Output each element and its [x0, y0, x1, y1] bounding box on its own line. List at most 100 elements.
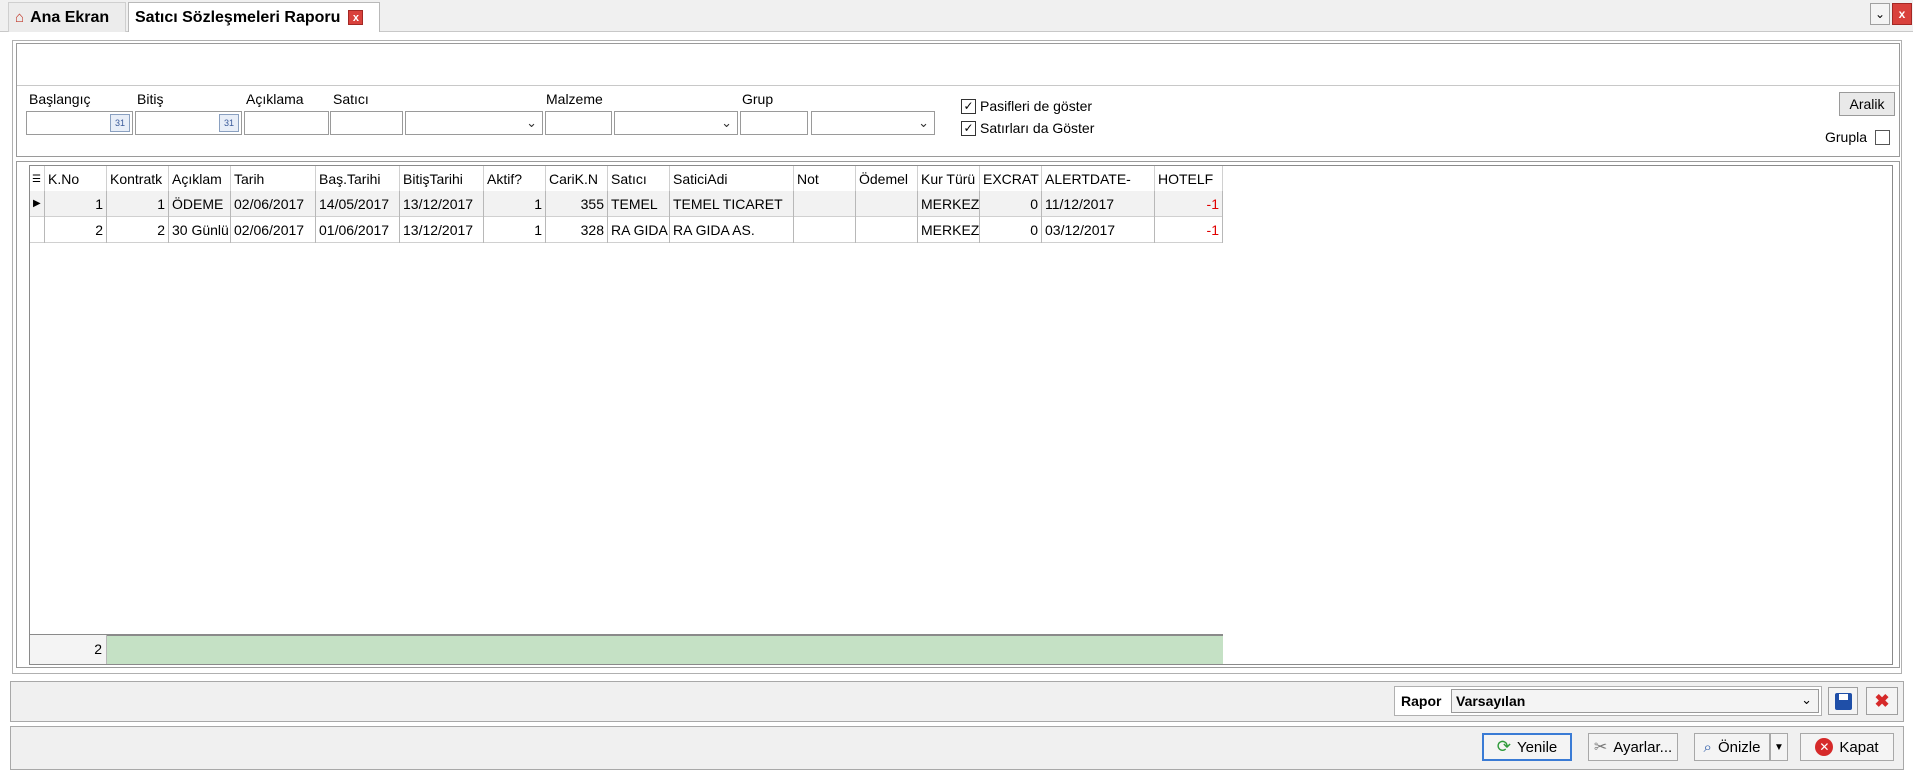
- tab-home-label: Ana Ekran: [30, 8, 110, 26]
- calendar-icon[interactable]: 31: [219, 114, 239, 132]
- group-by-checkbox[interactable]: [1875, 130, 1890, 145]
- cell-cari: 355: [546, 191, 608, 217]
- column-header[interactable]: Not: [794, 166, 856, 193]
- cell-kur-turu: MERKEZ: [918, 217, 980, 243]
- column-header[interactable]: HOTELF: [1155, 166, 1223, 193]
- column-header[interactable]: Satıcı: [608, 166, 670, 193]
- cell-bas-tarihi: 01/06/2017: [316, 217, 400, 243]
- magnifier-icon: ⌕: [1703, 738, 1712, 756]
- cell-excrat: 0: [980, 217, 1042, 243]
- description-field[interactable]: [244, 111, 329, 135]
- show-rows-checkbox[interactable]: ✓: [961, 121, 976, 136]
- group-code-field[interactable]: [740, 111, 808, 135]
- cell-tarih: 02/06/2017: [231, 217, 316, 243]
- end-date-label: Bitiş: [137, 91, 164, 107]
- cell-bas-tarihi: 14/05/2017: [316, 191, 400, 217]
- cell-odeme: [856, 217, 918, 243]
- tab-home[interactable]: ⌂ Ana Ekran: [8, 2, 126, 32]
- end-date-field[interactable]: 31: [135, 111, 242, 135]
- cell-kur-turu: MERKEZ: [918, 191, 980, 217]
- cell-kno: 2: [45, 217, 107, 243]
- preview-dropdown-button[interactable]: ▼: [1770, 733, 1788, 761]
- group-dropdown[interactable]: ⌄: [811, 111, 935, 135]
- footer-row-count: 2: [45, 635, 107, 664]
- delete-report-icon[interactable]: ✖: [1866, 687, 1898, 715]
- column-header[interactable]: Baş.Tarihi: [316, 166, 400, 193]
- cell-satici: TEMEL: [608, 191, 670, 217]
- table-row[interactable]: 2 2 30 Günlü 02/06/2017 01/06/2017 13/12…: [30, 217, 1223, 243]
- report-label: Rapor: [1401, 693, 1442, 709]
- refresh-button[interactable]: ⟳ Yenile: [1482, 733, 1572, 761]
- chevron-down-icon: ▼: [1774, 741, 1784, 753]
- report-selector: Rapor Varsayılan ⌄: [1394, 686, 1822, 716]
- cell-aciklama: ÖDEME: [169, 191, 231, 217]
- preview-button[interactable]: ⌕ Önizle: [1694, 733, 1770, 761]
- filter-top-strip: [17, 44, 1899, 86]
- column-header[interactable]: K.No: [45, 166, 107, 193]
- column-header[interactable]: Kur Türü: [918, 166, 980, 193]
- column-header[interactable]: SaticiAdi: [670, 166, 794, 193]
- description-label: Açıklama: [246, 91, 304, 107]
- home-icon: ⌂: [15, 9, 25, 26]
- grid-footer: 2: [30, 634, 1223, 664]
- column-chooser-icon[interactable]: ☰: [30, 166, 45, 193]
- column-header[interactable]: ALERTDATE-: [1042, 166, 1155, 193]
- cell-not: [794, 217, 856, 243]
- close-circle-icon: ✕: [1815, 738, 1834, 756]
- window-menu-button[interactable]: ⌄: [1870, 3, 1890, 25]
- calendar-icon[interactable]: 31: [110, 114, 130, 132]
- show-passive-checkbox[interactable]: ✓: [961, 99, 976, 114]
- start-date-field[interactable]: 31: [26, 111, 133, 135]
- chevron-down-icon: ⌄: [1874, 7, 1886, 21]
- column-header[interactable]: Açıklam: [169, 166, 231, 193]
- column-header[interactable]: Tarih: [231, 166, 316, 193]
- tab-active-label: Satıcı Sözleşmeleri Raporu: [135, 8, 341, 26]
- cell-hotel: -1: [1155, 217, 1223, 243]
- close-icon: x: [1898, 7, 1906, 21]
- tab-vendor-contracts-report[interactable]: Satıcı Sözleşmeleri Raporu x: [128, 2, 380, 32]
- column-header[interactable]: Kontratk: [107, 166, 169, 193]
- column-header[interactable]: CariK.N: [546, 166, 608, 193]
- cell-odeme: [856, 191, 918, 217]
- material-dropdown[interactable]: ⌄: [614, 111, 738, 135]
- cell-kontrat: 1: [107, 191, 169, 217]
- cell-alertdate: 03/12/2017: [1042, 217, 1155, 243]
- column-header[interactable]: BitişTarihi: [400, 166, 484, 193]
- column-header[interactable]: Aktif?: [484, 166, 546, 193]
- footer-summary-bar: [107, 635, 1223, 664]
- cell-satici-adi: RA GIDA AS.: [670, 217, 794, 243]
- cell-kno: 1: [45, 191, 107, 217]
- cell-aktif: 1: [484, 191, 546, 217]
- chevron-down-icon: ⌄: [918, 115, 929, 130]
- report-dropdown[interactable]: Varsayılan ⌄: [1451, 689, 1819, 713]
- show-rows-label: Satırları da Göster: [980, 120, 1095, 136]
- cell-aciklama: 30 Günlü: [169, 217, 231, 243]
- material-code-field[interactable]: [545, 111, 612, 135]
- vendor-code-field[interactable]: [330, 111, 403, 135]
- cell-hotel: -1: [1155, 191, 1223, 217]
- save-report-button[interactable]: [1828, 687, 1858, 715]
- cell-aktif: 1: [484, 217, 546, 243]
- range-button[interactable]: Aralik: [1839, 92, 1895, 116]
- window-close-button[interactable]: x: [1892, 3, 1912, 25]
- report-selected-value: Varsayılan: [1456, 693, 1526, 709]
- cell-alertdate: 11/12/2017: [1042, 191, 1155, 217]
- tab-close-icon[interactable]: x: [348, 10, 364, 25]
- close-button[interactable]: ✕ Kapat: [1800, 733, 1894, 761]
- cell-satici-adi: TEMEL TICARET: [670, 191, 794, 217]
- row-selector-arrow-icon: ▶: [30, 191, 45, 217]
- cell-kontrat: 2: [107, 217, 169, 243]
- settings-button[interactable]: ✂ Ayarlar...: [1588, 733, 1678, 761]
- vendor-dropdown[interactable]: ⌄: [405, 111, 543, 135]
- material-label: Malzeme: [546, 91, 603, 107]
- cell-bitis-tarihi: 13/12/2017: [400, 191, 484, 217]
- chevron-down-icon: ⌄: [721, 115, 732, 130]
- column-header[interactable]: EXCRAT: [980, 166, 1042, 193]
- cell-cari: 328: [546, 217, 608, 243]
- cell-tarih: 02/06/2017: [231, 191, 316, 217]
- column-header[interactable]: Ödemel: [856, 166, 918, 193]
- refresh-icon: ⟳: [1496, 737, 1511, 756]
- table-row[interactable]: ▶ 1 1 ÖDEME 02/06/2017 14/05/2017 13/12/…: [30, 191, 1223, 217]
- show-passive-label: Pasifleri de göster: [980, 98, 1093, 114]
- cell-not: [794, 191, 856, 217]
